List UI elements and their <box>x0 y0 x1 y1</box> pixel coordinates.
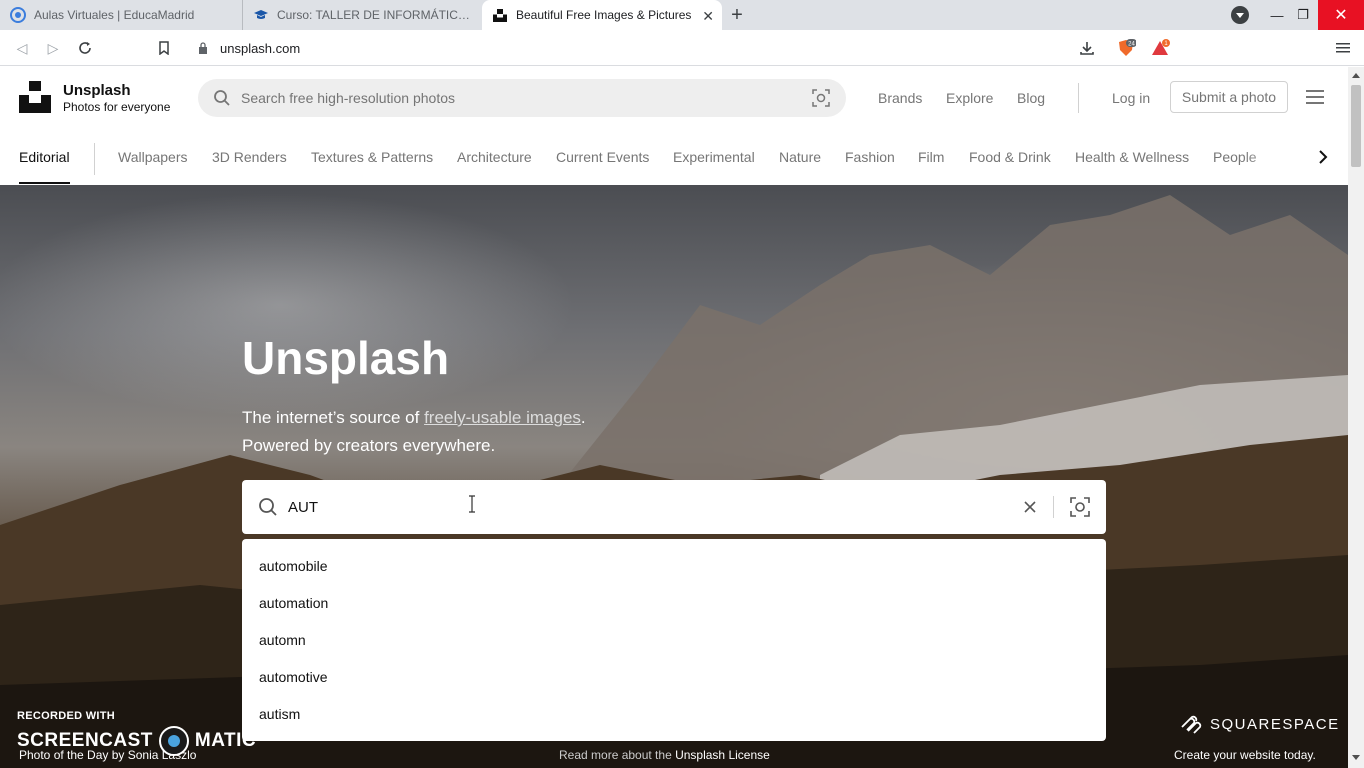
minimize-icon[interactable]: — <box>1264 0 1290 30</box>
hero-subtitle: The internet’s source of freely-usable i… <box>242 404 586 460</box>
freely-usable-images-link[interactable]: freely-usable images <box>424 408 581 427</box>
lock-icon <box>198 42 208 54</box>
tab-aulas-virtuales[interactable]: Aulas Virtuales | EducaMadrid <box>0 0 242 30</box>
url-text: unsplash.com <box>220 40 301 56</box>
page-scrollbar[interactable] <box>1348 67 1364 768</box>
search-icon[interactable] <box>213 89 231 107</box>
unsplash-license-link[interactable]: Unsplash License <box>675 748 770 762</box>
download-icon[interactable] <box>1077 38 1097 58</box>
tab-food-drink[interactable]: Food & Drink <box>969 149 1051 165</box>
sponsor-tagline[interactable]: Create your website today. <box>1174 748 1316 762</box>
browser-tab-strip: Aulas Virtuales | EducaMadrid Curso: TAL… <box>0 0 1364 30</box>
visual-search-icon[interactable] <box>1069 496 1091 518</box>
suggestion-item[interactable]: automotive <box>242 658 1106 695</box>
scroll-up-icon[interactable] <box>1352 73 1360 78</box>
forward-icon[interactable]: ▷ <box>43 38 63 58</box>
tab-film[interactable]: Film <box>918 149 944 165</box>
brave-rewards-icon[interactable]: 1 <box>1150 38 1170 58</box>
record-dot-icon <box>158 726 189 756</box>
text-cursor-icon <box>469 495 475 513</box>
squarespace-logo[interactable]: SQUARESPACE <box>1178 713 1340 735</box>
back-icon[interactable]: ◁ <box>12 38 32 58</box>
screencast-o-matic-watermark: SCREENCAST MATIC <box>17 726 256 756</box>
active-tab-underline <box>19 182 70 184</box>
tab-wallpapers[interactable]: Wallpapers <box>118 149 188 165</box>
recorder-label: RECORDED WITH <box>17 710 116 722</box>
visual-search-icon[interactable] <box>812 89 830 107</box>
tab-health-wellness[interactable]: Health & Wellness <box>1075 149 1189 165</box>
hero-subtitle-line2: Powered by creators everywhere. <box>242 436 496 455</box>
browser-menu-icon[interactable] <box>1333 38 1353 58</box>
hero-subtitle-prefix: The internet’s source of <box>242 408 425 427</box>
address-bar: ◁ ▷ unsplash.com 24 1 <box>0 30 1364 66</box>
tab-curso-taller[interactable]: Curso: TALLER DE INFORMÁTICA 2 <box>242 0 482 30</box>
tab-editorial[interactable]: Editorial <box>19 149 70 165</box>
new-tab-button[interactable]: + <box>722 0 752 30</box>
tab-experimental[interactable]: Experimental <box>673 149 755 165</box>
submit-photo-button[interactable]: Submit a photo <box>1170 81 1288 113</box>
header-search-bar[interactable] <box>198 79 846 117</box>
hero-subtitle-suffix: . <box>580 408 586 427</box>
suggestion-item[interactable]: automn <box>242 621 1106 658</box>
login-link[interactable]: Log in <box>1112 90 1150 106</box>
hero-search-bar[interactable]: AUT <box>242 480 1106 534</box>
tab-textures-patterns[interactable]: Textures & Patterns <box>311 149 433 165</box>
scroll-down-icon[interactable] <box>1352 755 1360 760</box>
search-suggestions-dropdown: automobile automation automn automotive … <box>242 539 1106 741</box>
suggestion-item[interactable]: autism <box>242 695 1106 732</box>
brave-shields-icon[interactable]: 24 <box>1116 38 1136 58</box>
license-notice: Read more about the Unsplash License <box>559 748 770 762</box>
header-search-input[interactable] <box>241 90 781 106</box>
tab-title: Aulas Virtuales | EducaMadrid <box>34 8 195 22</box>
brave-badge: 24 <box>1128 42 1135 48</box>
hero-title: Unsplash <box>242 332 450 384</box>
header-divider <box>1078 83 1079 113</box>
suggestion-item[interactable]: automobile <box>242 547 1106 584</box>
scroll-thumb[interactable] <box>1351 85 1361 167</box>
squarespace-icon <box>1181 715 1202 734</box>
hamburger-menu-icon[interactable] <box>1306 90 1324 104</box>
bookmark-icon[interactable] <box>154 38 174 58</box>
window-close-button[interactable]: ✕ <box>1318 0 1364 30</box>
graduation-cap-icon <box>253 7 269 23</box>
brands-link[interactable]: Brands <box>878 90 922 106</box>
restore-icon[interactable]: ❐ <box>1290 0 1316 30</box>
blog-link[interactable]: Blog <box>1017 90 1045 106</box>
category-divider <box>94 143 95 175</box>
category-nav: Editorial Wallpapers 3D Renders Textures… <box>0 129 1348 185</box>
tab-current-events[interactable]: Current Events <box>556 149 649 165</box>
tab-fashion[interactable]: Fashion <box>845 149 895 165</box>
recorder-brand-left: SCREENCAST <box>17 730 153 751</box>
search-divider <box>1053 496 1054 518</box>
reload-icon[interactable] <box>75 38 95 58</box>
license-prefix: Read more about the <box>559 748 676 762</box>
profile-menu-icon[interactable] <box>1231 6 1249 24</box>
brand-tagline: Photos for everyone <box>63 100 171 114</box>
url-field[interactable]: unsplash.com <box>188 34 1108 62</box>
hero-search-input[interactable]: AUT <box>288 499 988 516</box>
sponsor-name: SQUARESPACE <box>1210 715 1340 733</box>
tab-3d-renders[interactable]: 3D Renders <box>212 149 287 165</box>
chevron-right-icon[interactable] <box>1313 147 1333 167</box>
brand-name[interactable]: Unsplash <box>63 82 131 99</box>
unsplash-logo-icon[interactable] <box>19 81 51 113</box>
unsplash-favicon-icon <box>492 7 508 23</box>
site-header: Unsplash Photos for everyone Brands Expl… <box>0 67 1348 129</box>
suggestion-item[interactable]: automation <box>242 584 1106 621</box>
tab-unsplash[interactable]: Beautiful Free Images & Pictures ✕ <box>482 0 722 30</box>
tab-nature[interactable]: Nature <box>779 149 821 165</box>
tab-architecture[interactable]: Architecture <box>457 149 532 165</box>
hero-section: Unsplash The internet’s source of freely… <box>0 185 1348 768</box>
tab-title: Beautiful Free Images & Pictures <box>516 8 692 22</box>
educamadrid-favicon-icon <box>10 7 26 23</box>
recorder-brand-right: MATIC <box>194 730 257 751</box>
close-tab-icon[interactable]: ✕ <box>702 8 714 25</box>
clear-search-icon[interactable] <box>1020 497 1040 517</box>
tab-title: Curso: TALLER DE INFORMÁTICA 2 <box>277 8 472 22</box>
explore-link[interactable]: Explore <box>946 90 993 106</box>
search-icon[interactable] <box>258 497 278 517</box>
